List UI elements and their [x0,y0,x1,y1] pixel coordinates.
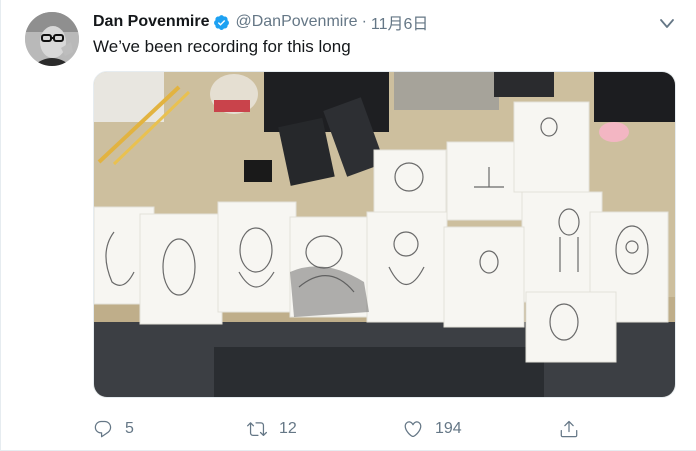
retweet-icon [247,422,267,437]
retweet-count: 12 [279,420,297,437]
tweet-actions: 5 12 194 [93,416,656,442]
author-name[interactable]: Dan Povenmire [93,13,209,31]
author-handle[interactable]: @DanPovenmire [235,13,357,31]
avatar[interactable] [25,12,79,66]
like-count: 194 [435,420,462,437]
tweet-card[interactable]: Dan Povenmire @DanPovenmire · 11月6日 We’v… [0,0,696,451]
tweet-text: We’ve been recording for this long [93,37,351,56]
caret-down-icon[interactable] [660,16,674,28]
tweet-header: Dan Povenmire @DanPovenmire · 11月6日 [93,11,656,33]
retweet-button[interactable]: 12 [247,416,297,442]
verified-icon [213,14,230,31]
photo-drawings-on-desk [94,72,675,397]
like-button[interactable]: 194 [403,416,462,442]
like-icon [404,421,422,438]
reply-button[interactable]: 5 [93,416,134,442]
share-button[interactable] [559,416,579,442]
reply-icon [94,420,112,438]
tweet-date[interactable]: 11月6日 [371,10,429,34]
share-icon [560,420,578,438]
tweet-photo[interactable] [93,71,676,398]
reply-count: 5 [125,420,134,437]
separator-dot: · [361,13,367,30]
